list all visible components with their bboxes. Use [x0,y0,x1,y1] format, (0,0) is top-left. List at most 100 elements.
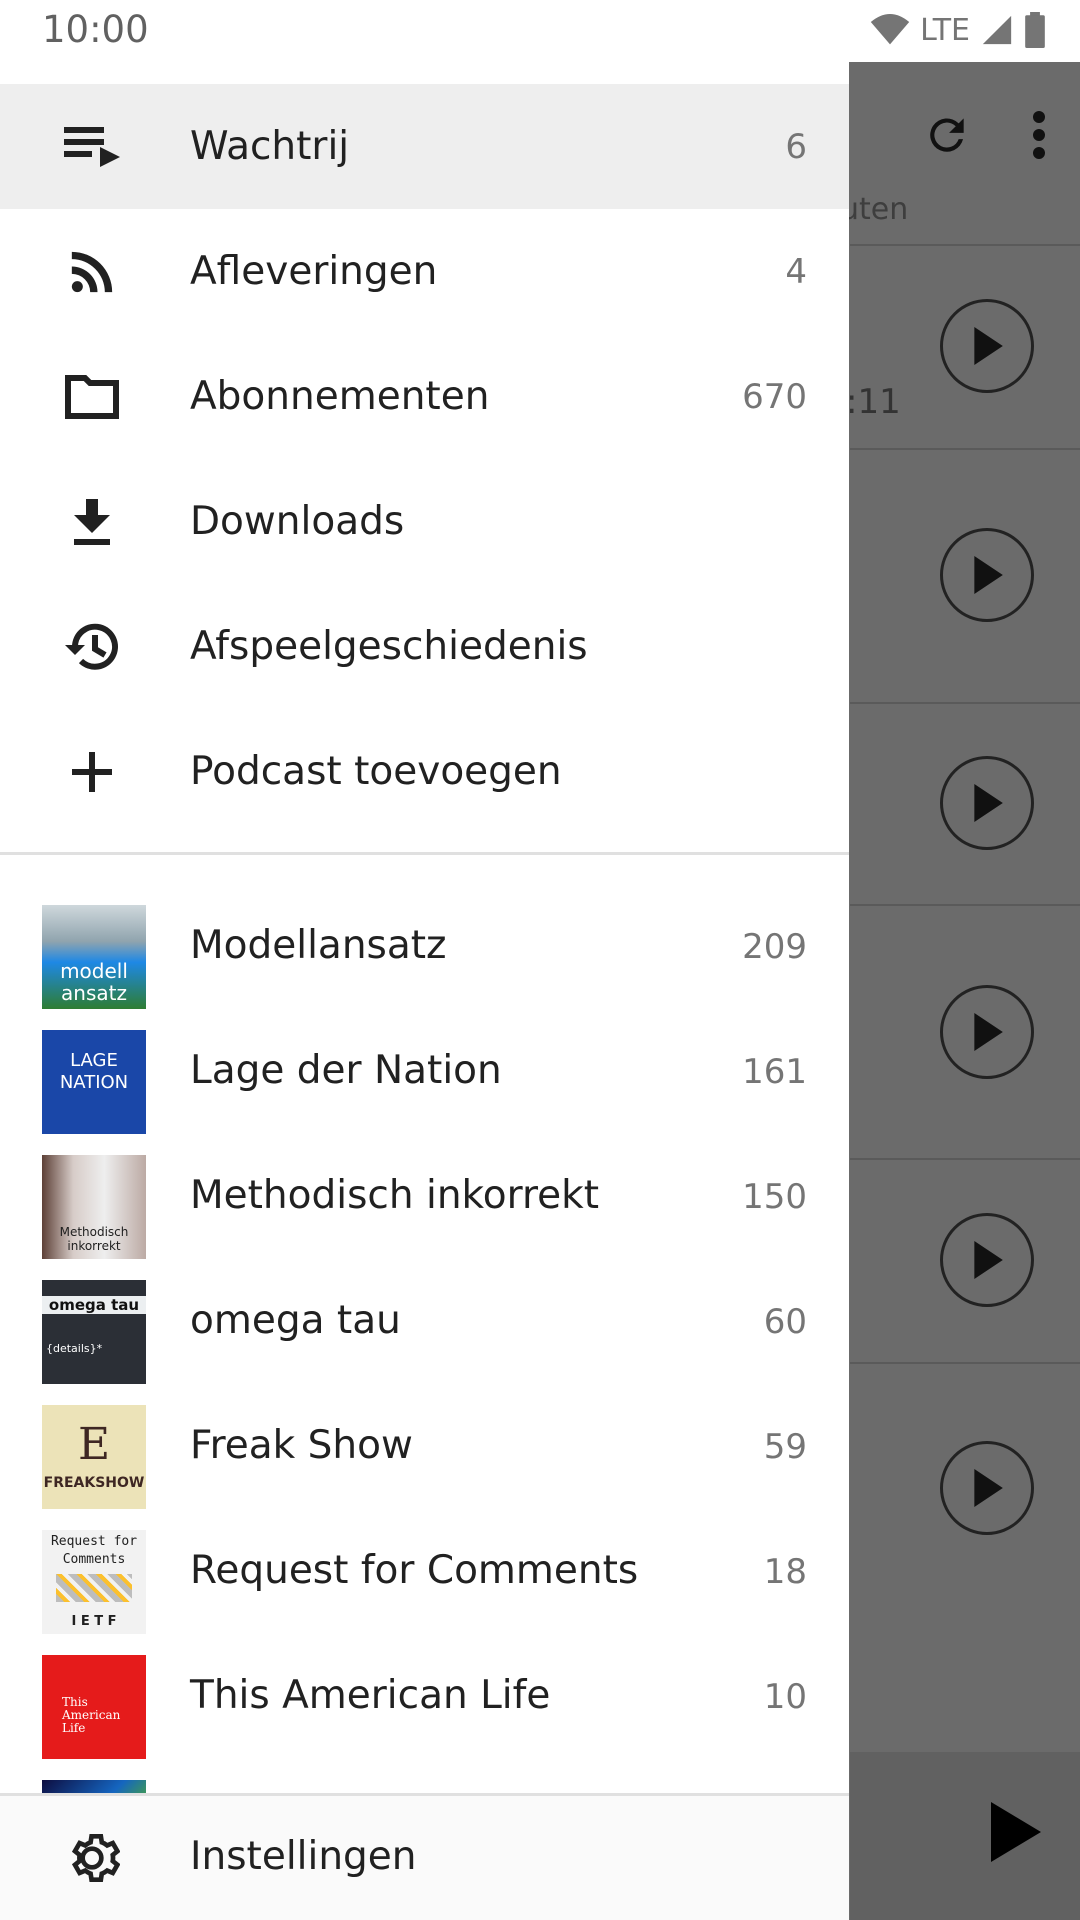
subscription-item[interactable]: omega tau {details}* omega tau 60 [0,1260,849,1385]
subscription-item[interactable]: Request for Comments I E T F Request for… [0,1510,849,1635]
cover-text: ansatz [61,981,127,1005]
nav-item-count: 6 [785,126,807,167]
subscription-count: 150 [742,1177,807,1217]
subscription-count: 59 [763,1427,807,1467]
nav-item-add-podcast[interactable]: Podcast toevoegen [0,709,849,834]
add-icon [64,744,120,800]
queue-icon [64,119,120,175]
cover-text: inkorrekt [67,1239,121,1253]
play-button[interactable] [940,1441,1034,1535]
background-time: :11 [846,382,901,422]
cover-text: I E T F [71,1614,117,1629]
cover-logo: E [77,1419,111,1470]
nav-item-label: Podcast toevoegen [190,749,562,794]
subscription-count: 10 [763,1677,807,1717]
cover-text: This [62,1695,88,1709]
play-button[interactable] [940,299,1034,393]
player-play-icon[interactable] [990,1802,1042,1862]
background-divider [850,1362,1080,1364]
history-icon [64,619,120,675]
nav-item-count: 670 [742,376,807,417]
play-icon [974,1469,1003,1507]
background-divider [850,904,1080,906]
subscription-count: 60 [763,1302,807,1342]
background-divider [850,1158,1080,1160]
nav-item-count: 4 [785,251,807,292]
subscription-title: Request for Comments [190,1548,639,1593]
cover-text: Methodisch [59,1225,129,1239]
cover-text: omega tau [42,1296,146,1314]
play-button[interactable] [940,528,1034,622]
cover-text: FREAKSHOW [43,1475,145,1491]
gear-icon [64,1830,121,1886]
podcast-cover: This American Life [42,1655,146,1759]
battery-icon [1025,12,1045,48]
nav-item-downloads[interactable]: Downloads [0,459,849,584]
settings-label: Instellingen [190,1834,417,1879]
subscription-item[interactable]: E FREAKSHOW Freak Show 59 [0,1385,849,1510]
refresh-icon [930,118,964,152]
play-button[interactable] [940,756,1034,850]
folder-icon [64,369,120,425]
play-icon [974,1013,1003,1051]
cover-text: modell [60,959,128,983]
subscription-title: omega tau [190,1298,401,1343]
status-icons: LTE [870,12,1046,48]
cover-pattern [56,1574,132,1602]
play-button[interactable] [940,985,1034,1079]
play-icon [974,327,1003,365]
more-vert-icon [1033,111,1045,159]
podcast-cover: E FREAKSHOW [42,1405,146,1509]
subscription-title: Freak Show [190,1423,413,1468]
podcast-cover: Methodisch inkorrekt [42,1155,146,1259]
subscription-title: This American Life [190,1673,551,1718]
subscription-item[interactable]: modell ansatz Modellansatz 209 [0,885,849,1010]
settings-item[interactable]: Instellingen [0,1793,849,1920]
subscription-count: 209 [742,927,807,967]
nav-item-history[interactable]: Afspeelgeschiedenis [0,584,849,709]
signal-icon [982,15,1012,45]
status-bar: 10:00 LTE [0,0,1080,62]
status-time: 10:00 [42,8,149,51]
podcast-cover: modell ansatz [42,905,146,1009]
nav-item-label: Afspeelgeschiedenis [190,624,588,669]
background-divider [850,448,1080,450]
play-button[interactable] [940,1213,1034,1307]
nav-item-subscriptions[interactable]: Abonnementen 670 [0,334,849,459]
nav-item-episodes[interactable]: Afleveringen 4 [0,209,849,334]
cover-text: LAGE [70,1050,118,1071]
cover-text: Request for [50,1534,138,1549]
background-toolbar [922,110,1046,160]
wifi-icon [870,14,910,45]
background-divider [850,244,1080,246]
player-bar [850,1752,1080,1920]
background-subtitle: uten [840,192,909,227]
play-icon [974,784,1003,822]
cover-text: Comments [62,1552,126,1567]
nav-item-label: Afleveringen [190,249,438,294]
podcast-cover: Request for Comments I E T F [42,1530,146,1634]
network-type: LTE [920,12,970,48]
cover-text: American [62,1708,121,1722]
subscription-item[interactable]: Methodisch inkorrekt Methodisch inkorrek… [0,1135,849,1260]
podcast-cover: LAGE NATION [42,1030,146,1134]
cover-text: NATION [59,1072,129,1093]
navigation-drawer: Wachtrij 6 Afleveringen 4 Abonnementen 6… [0,62,849,1920]
subscription-count: 161 [742,1052,807,1092]
cover-text: {details}* [46,1342,103,1355]
nav-item-queue[interactable]: Wachtrij 6 [0,84,849,209]
subscription-item[interactable]: LAGE NATION Lage der Nation 161 [0,1010,849,1135]
podcast-cover: omega tau {details}* [42,1280,146,1384]
nav-item-label: Wachtrij [190,124,350,169]
nav-item-label: Abonnementen [190,374,490,419]
nav-item-label: Downloads [190,499,405,544]
subscription-item[interactable]: This American Life This American Life 10 [0,1635,849,1760]
cover-text: Life [62,1721,86,1735]
subscription-title: Modellansatz [190,923,447,968]
subscription-title: Lage der Nation [190,1048,502,1093]
subscription-count: 18 [763,1552,807,1592]
download-icon [64,494,120,550]
play-icon [974,556,1003,594]
background-divider [850,702,1080,704]
drawer-divider [0,852,849,855]
